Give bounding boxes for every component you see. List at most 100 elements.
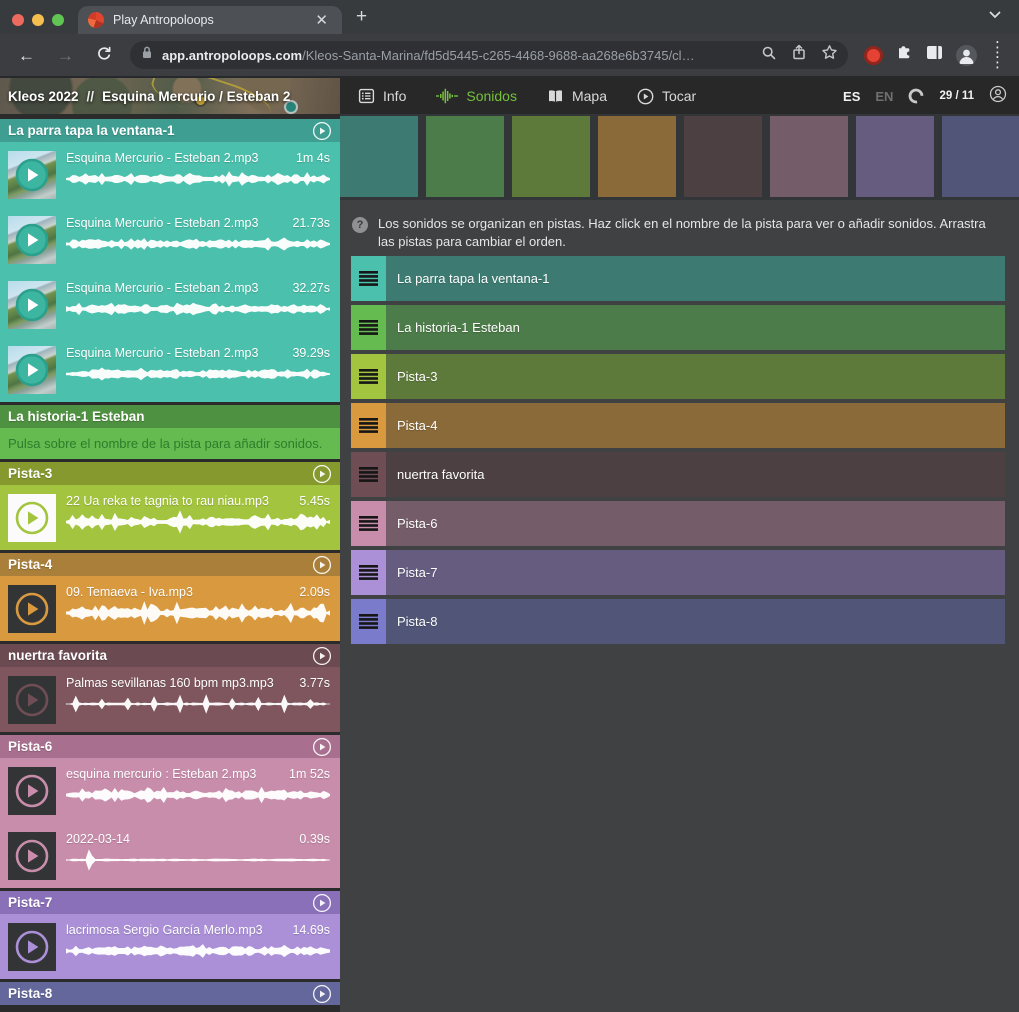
track-row[interactable]: Pista-4 bbox=[351, 403, 1005, 448]
audio-clip[interactable]: Esquina Mercurio - Esteban 2.mp3 32.27s bbox=[0, 272, 340, 337]
new-tab-button[interactable]: + bbox=[342, 6, 367, 34]
clip-thumbnail[interactable] bbox=[8, 767, 56, 815]
clip-thumbnail[interactable] bbox=[8, 281, 56, 329]
play-clip-icon[interactable] bbox=[15, 930, 49, 964]
track-header[interactable]: Pista-4 bbox=[0, 553, 340, 576]
track-header[interactable]: La historia-1 Esteban bbox=[0, 405, 340, 428]
nav-item-mapa[interactable]: Mapa bbox=[547, 88, 607, 104]
play-track-icon[interactable] bbox=[312, 121, 332, 141]
audio-clip[interactable]: Esquina Mercurio - Esteban 2.mp3 21.73s bbox=[0, 207, 340, 272]
play-clip-icon[interactable] bbox=[15, 683, 49, 717]
clip-thumbnail[interactable] bbox=[8, 494, 56, 542]
audio-clip[interactable]: Esquina Mercurio - Esteban 2.mp3 1m 4s bbox=[0, 142, 340, 207]
track-title: nuertra favorita bbox=[8, 648, 107, 663]
profile-avatar[interactable] bbox=[956, 45, 977, 66]
audio-clip[interactable]: lacrimosa Sergio García Merlo.mp3 14.69s bbox=[0, 914, 340, 979]
track-row[interactable]: La parra tapa la ventana-1 bbox=[351, 256, 1005, 301]
track-header[interactable]: Pista-6 bbox=[0, 735, 340, 758]
close-window-button[interactable] bbox=[12, 14, 24, 26]
minimize-window-button[interactable] bbox=[32, 14, 44, 26]
clip-thumbnail[interactable] bbox=[8, 676, 56, 724]
browser-menu-icon[interactable]: ⋮⋮ bbox=[990, 40, 1005, 70]
reload-button[interactable] bbox=[88, 46, 120, 65]
account-icon[interactable] bbox=[989, 85, 1007, 108]
track-clips: Palmas sevillanas 160 bpm mp3.mp3 3.77s bbox=[0, 667, 340, 732]
clip-thumbnail[interactable] bbox=[8, 585, 56, 633]
project-title[interactable]: Kleos 2022 bbox=[8, 89, 79, 104]
clip-info: Esquina Mercurio - Esteban 2.mp3 39.29s bbox=[66, 346, 330, 402]
play-track-icon[interactable] bbox=[312, 555, 332, 575]
play-track-icon[interactable] bbox=[312, 737, 332, 757]
track-header[interactable]: nuertra favorita bbox=[0, 644, 340, 667]
play-track-icon[interactable] bbox=[312, 984, 332, 1004]
clip-title: Palmas sevillanas 160 bpm mp3.mp3 bbox=[66, 676, 289, 690]
track-row[interactable]: Pista-8 bbox=[351, 599, 1005, 644]
play-clip-icon[interactable] bbox=[15, 501, 49, 535]
nav-item-tocar[interactable]: Tocar bbox=[637, 88, 696, 105]
clip-thumbnail[interactable] bbox=[8, 151, 56, 199]
play-clip-icon[interactable] bbox=[15, 158, 49, 192]
play-clip-icon[interactable] bbox=[15, 353, 49, 387]
tab-close-icon[interactable]: ✕ bbox=[311, 11, 332, 30]
back-button[interactable]: ← bbox=[10, 47, 43, 64]
track-row[interactable]: Pista-6 bbox=[351, 501, 1005, 546]
drag-handle-icon[interactable] bbox=[351, 501, 386, 546]
drag-handle-icon[interactable] bbox=[351, 599, 386, 644]
tab-search-chevron-icon[interactable] bbox=[989, 6, 1019, 34]
play-clip-icon[interactable] bbox=[15, 839, 49, 873]
clip-waveform bbox=[66, 782, 330, 808]
language-es-button[interactable]: ES bbox=[843, 89, 860, 104]
nav-label: Info bbox=[383, 88, 406, 104]
sidebar-track-section: Pista-8 bbox=[0, 982, 340, 1005]
recording-indicator-icon[interactable] bbox=[864, 46, 883, 65]
track-header[interactable]: La parra tapa la ventana-1 bbox=[0, 119, 340, 142]
clip-thumbnail[interactable] bbox=[8, 216, 56, 264]
track-header[interactable]: Pista-3 bbox=[0, 462, 340, 485]
address-bar[interactable]: app.antropoloops.com/Kleos-Santa-Marina/… bbox=[130, 41, 848, 69]
sidebar-track-section: nuertra favorita Palmas sevillanas 160 b… bbox=[0, 644, 340, 732]
zoom-window-button[interactable] bbox=[52, 14, 64, 26]
language-en-button[interactable]: EN bbox=[875, 89, 893, 104]
track-row-label: Pista-3 bbox=[386, 354, 1005, 399]
zoom-page-icon[interactable] bbox=[761, 45, 777, 66]
track-row[interactable]: Pista-7 bbox=[351, 550, 1005, 595]
nav-item-sonidos[interactable]: Sonidos bbox=[436, 88, 517, 104]
audio-clip[interactable]: Palmas sevillanas 160 bpm mp3.mp3 3.77s bbox=[0, 667, 340, 732]
play-clip-icon[interactable] bbox=[15, 774, 49, 808]
nav-item-info[interactable]: Info bbox=[358, 88, 406, 104]
browser-tab[interactable]: Play Antropoloops ✕ bbox=[78, 6, 342, 34]
drag-handle-icon[interactable] bbox=[351, 305, 386, 350]
drag-handle-icon[interactable] bbox=[351, 354, 386, 399]
track-row[interactable]: Pista-3 bbox=[351, 354, 1005, 399]
track-header[interactable]: Pista-7 bbox=[0, 891, 340, 914]
audio-clip[interactable]: 22 Ua reka te tagnia to rau niau.mp3 5.4… bbox=[0, 485, 340, 550]
drag-handle-icon[interactable] bbox=[351, 452, 386, 497]
clip-thumbnail[interactable] bbox=[8, 832, 56, 880]
track-row[interactable]: La historia-1 Esteban bbox=[351, 305, 1005, 350]
drag-handle-icon[interactable] bbox=[351, 550, 386, 595]
play-track-icon[interactable] bbox=[312, 893, 332, 913]
drag-handle-icon[interactable] bbox=[351, 256, 386, 301]
track-row-label: Pista-4 bbox=[386, 403, 1005, 448]
clip-waveform bbox=[66, 166, 330, 192]
audio-clip[interactable]: 09. Temaeva - Iva.mp3 2.09s bbox=[0, 576, 340, 641]
audio-clip[interactable]: esquina mercurio : Esteban 2.mp3 1m 52s bbox=[0, 758, 340, 823]
sidebar-track-section: Pista-4 09. Temaeva - Iva.mp3 2.09s bbox=[0, 553, 340, 641]
play-track-icon[interactable] bbox=[312, 646, 332, 666]
track-row[interactable]: nuertra favorita bbox=[351, 452, 1005, 497]
clip-thumbnail[interactable] bbox=[8, 923, 56, 971]
share-icon[interactable] bbox=[791, 44, 807, 66]
bookmark-star-icon[interactable] bbox=[821, 44, 838, 66]
play-clip-icon[interactable] bbox=[15, 223, 49, 257]
forward-button[interactable]: → bbox=[49, 47, 82, 64]
clip-thumbnail[interactable] bbox=[8, 346, 56, 394]
audio-clip[interactable]: 2022-03-14 0.39s bbox=[0, 823, 340, 888]
audio-clip[interactable]: Esquina Mercurio - Esteban 2.mp3 39.29s bbox=[0, 337, 340, 402]
play-clip-icon[interactable] bbox=[15, 288, 49, 322]
play-track-icon[interactable] bbox=[312, 464, 332, 484]
side-panel-icon[interactable] bbox=[926, 45, 943, 65]
track-header[interactable]: Pista-8 bbox=[0, 982, 340, 1005]
play-clip-icon[interactable] bbox=[15, 592, 49, 626]
drag-handle-icon[interactable] bbox=[351, 403, 386, 448]
extensions-puzzle-icon[interactable] bbox=[896, 44, 913, 66]
